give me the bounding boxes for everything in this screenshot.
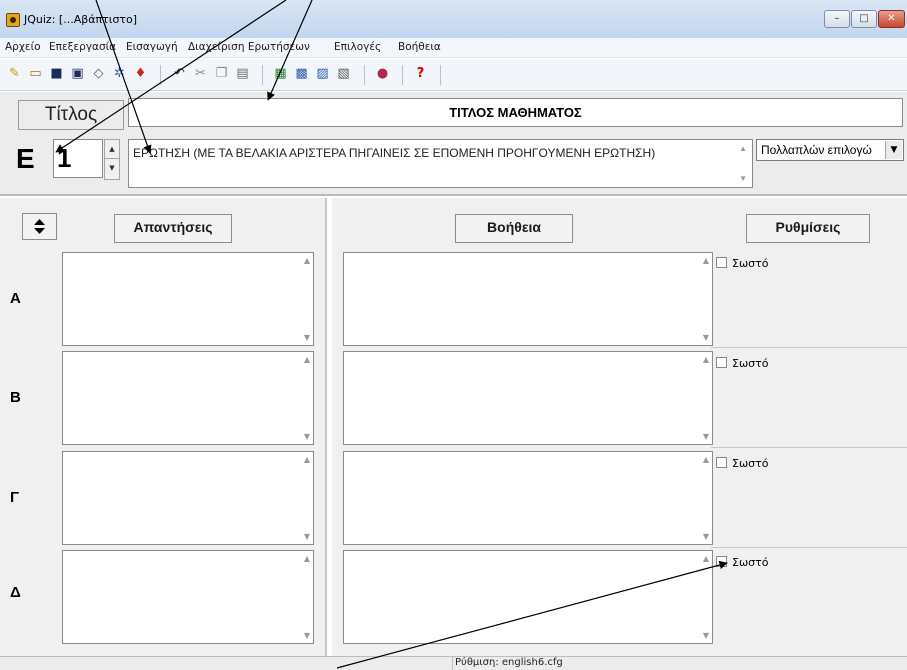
scroll-down-arrow[interactable]: ▼	[703, 532, 709, 541]
undo-icon[interactable]: ↶	[171, 65, 188, 82]
minimize-button[interactable]: –	[824, 10, 850, 28]
reorder-button[interactable]	[22, 213, 57, 240]
row-divider	[711, 347, 907, 348]
toolbar: ✎ ▭ ■ ▣ ◇ ✲ ♦ ↶ ✂ ❐ ▤ ▦ ▩ ▨ ▧ ● ?	[0, 59, 907, 91]
scroll-up-arrow[interactable]: ▲	[304, 455, 310, 464]
toolbar-separator	[160, 65, 161, 85]
question-up-arrow[interactable]: ▲	[104, 139, 120, 160]
scroll-up-arrow[interactable]: ▲	[304, 256, 310, 265]
hotpotatoes-icon[interactable]: ●	[374, 65, 391, 82]
maximize-button[interactable]: □	[851, 10, 877, 28]
correct-checkbox-d[interactable]: Σωστό	[716, 556, 769, 569]
save-icon[interactable]: ■	[48, 65, 65, 82]
question-text-field[interactable]: ΕΡΩΤΗΣΗ (ΜΕ ΤΑ ΒΕΛΑΚΙΑ ΑΡΙΣΤΕΡΑ ΠΗΓΑΙΝΕΙ…	[128, 139, 753, 188]
toolbar-separator	[402, 65, 403, 85]
title-input[interactable]: ΤΙΤΛΟΣ ΜΑΘΗΜΑΤΟΣ	[128, 98, 903, 127]
paste-icon[interactable]: ▤	[234, 65, 251, 82]
scroll-up-arrow[interactable]: ▲	[703, 256, 709, 265]
close-button[interactable]: ✕	[878, 10, 905, 28]
answer-field-d[interactable]: ▲ ▼	[62, 550, 314, 644]
checkbox-icon[interactable]	[716, 357, 727, 368]
feedback-field-c[interactable]: ▲ ▼	[343, 451, 713, 545]
settings-header-button[interactable]: Ρυθμίσεις	[746, 214, 870, 243]
correct-label: Σωστό	[732, 556, 769, 569]
scroll-down-arrow[interactable]: ▼	[304, 333, 310, 342]
checkbox-icon[interactable]	[716, 556, 727, 567]
scroll-up-arrow[interactable]: ▲	[739, 144, 747, 153]
feedback-field-d[interactable]: ▲ ▼	[343, 550, 713, 644]
correct-label: Σωστό	[732, 257, 769, 270]
question-down-arrow[interactable]: ▼	[104, 158, 120, 180]
row-letter: Γ	[10, 489, 20, 506]
menu-insert[interactable]: Εισαγωγή	[126, 41, 178, 53]
answer-field-b[interactable]: ▲ ▼	[62, 351, 314, 445]
help-icon[interactable]: ?	[412, 65, 429, 82]
cut-icon[interactable]: ✂	[192, 65, 209, 82]
row-divider	[711, 547, 907, 548]
correct-checkbox-a[interactable]: Σωστό	[716, 257, 769, 270]
correct-label: Σωστό	[732, 357, 769, 370]
scroll-down-arrow[interactable]: ▼	[703, 432, 709, 441]
menu-edit[interactable]: Επεξεργασία	[49, 41, 116, 53]
keypad-icon[interactable]: ▧	[335, 65, 352, 82]
row-divider	[711, 447, 907, 448]
title-button[interactable]: Τίτλος	[18, 100, 124, 130]
scroll-up-arrow[interactable]: ▲	[304, 554, 310, 563]
menu-bar: Αρχείο Επεξεργασία Εισαγωγή Διαχείριση Ε…	[0, 38, 907, 58]
answers-header-button[interactable]: Απαντήσεις	[114, 214, 232, 243]
feedback-field-a[interactable]: ▲ ▼	[343, 252, 713, 346]
new-file-icon[interactable]: ✎	[6, 65, 23, 82]
answer-field-c[interactable]: ▲ ▼	[62, 451, 314, 545]
menu-manage-questions[interactable]: Διαχείριση Ερωτήσεων	[188, 41, 310, 53]
red-arrow-icon[interactable]: ♦	[132, 65, 149, 82]
up-down-arrows-icon	[34, 219, 45, 234]
scroll-down-arrow[interactable]: ▼	[739, 174, 747, 183]
web-export-icon[interactable]: ✲	[111, 65, 128, 82]
menu-options[interactable]: Επιλογές	[334, 41, 381, 53]
scroll-up-arrow[interactable]: ▲	[703, 355, 709, 364]
toolbar-separator	[262, 65, 263, 85]
scroll-down-arrow[interactable]: ▼	[304, 432, 310, 441]
scroll-up-arrow[interactable]: ▲	[703, 554, 709, 563]
jquiz-app-icon	[6, 13, 20, 27]
question-number-field[interactable]: 1	[53, 139, 103, 178]
scroll-down-arrow[interactable]: ▼	[304, 631, 310, 640]
help-header-button[interactable]: Βοήθεια	[455, 214, 573, 243]
toolbar-separator	[364, 65, 365, 85]
status-text: Ρύθμιση: english6.cfg	[455, 657, 563, 668]
open-folder-icon[interactable]: ▭	[27, 65, 44, 82]
menu-help[interactable]: Βοήθεια	[398, 41, 441, 53]
config-icon[interactable]: ▦	[272, 65, 289, 82]
row-letter: Δ	[10, 584, 21, 601]
window-title: JQuiz: [...Αβάπτιστο]	[24, 13, 138, 26]
toolbar-separator	[440, 65, 441, 85]
eraser-icon[interactable]: ◇	[90, 65, 107, 82]
question-text: ΕΡΩΤΗΣΗ (ΜΕ ΤΑ ΒΕΛΑΚΙΑ ΑΡΙΣΤΕΡΑ ΠΗΓΑΙΝΕΙ…	[133, 146, 656, 160]
dropdown-arrow-icon[interactable]: ▼	[885, 141, 902, 159]
menu-file[interactable]: Αρχείο	[5, 41, 41, 53]
scroll-down-arrow[interactable]: ▼	[703, 333, 709, 342]
scroll-down-arrow[interactable]: ▼	[703, 631, 709, 640]
row-letter: Β	[10, 389, 21, 406]
correct-checkbox-b[interactable]: Σωστό	[716, 357, 769, 370]
question-label: Ε	[16, 143, 35, 174]
feedback-field-b[interactable]: ▲ ▼	[343, 351, 713, 445]
checkbox-icon[interactable]	[716, 457, 727, 468]
question-type-select[interactable]: Πολλαπλών επιλογώ	[756, 139, 904, 161]
scroll-down-arrow[interactable]: ▼	[304, 532, 310, 541]
scroll-up-arrow[interactable]: ▲	[703, 455, 709, 464]
correct-label: Σωστό	[732, 457, 769, 470]
add-picture-icon[interactable]: ▩	[293, 65, 310, 82]
checkbox-icon[interactable]	[716, 257, 727, 268]
save-as-icon[interactable]: ▣	[69, 65, 86, 82]
status-divider	[452, 656, 453, 670]
insert-link-icon[interactable]: ▨	[314, 65, 331, 82]
correct-checkbox-c[interactable]: Σωστό	[716, 457, 769, 470]
status-bar	[0, 656, 907, 670]
scroll-up-arrow[interactable]: ▲	[304, 355, 310, 364]
answer-field-a[interactable]: ▲ ▼	[62, 252, 314, 346]
copy-icon[interactable]: ❐	[213, 65, 230, 82]
row-letter: Α	[10, 290, 21, 307]
